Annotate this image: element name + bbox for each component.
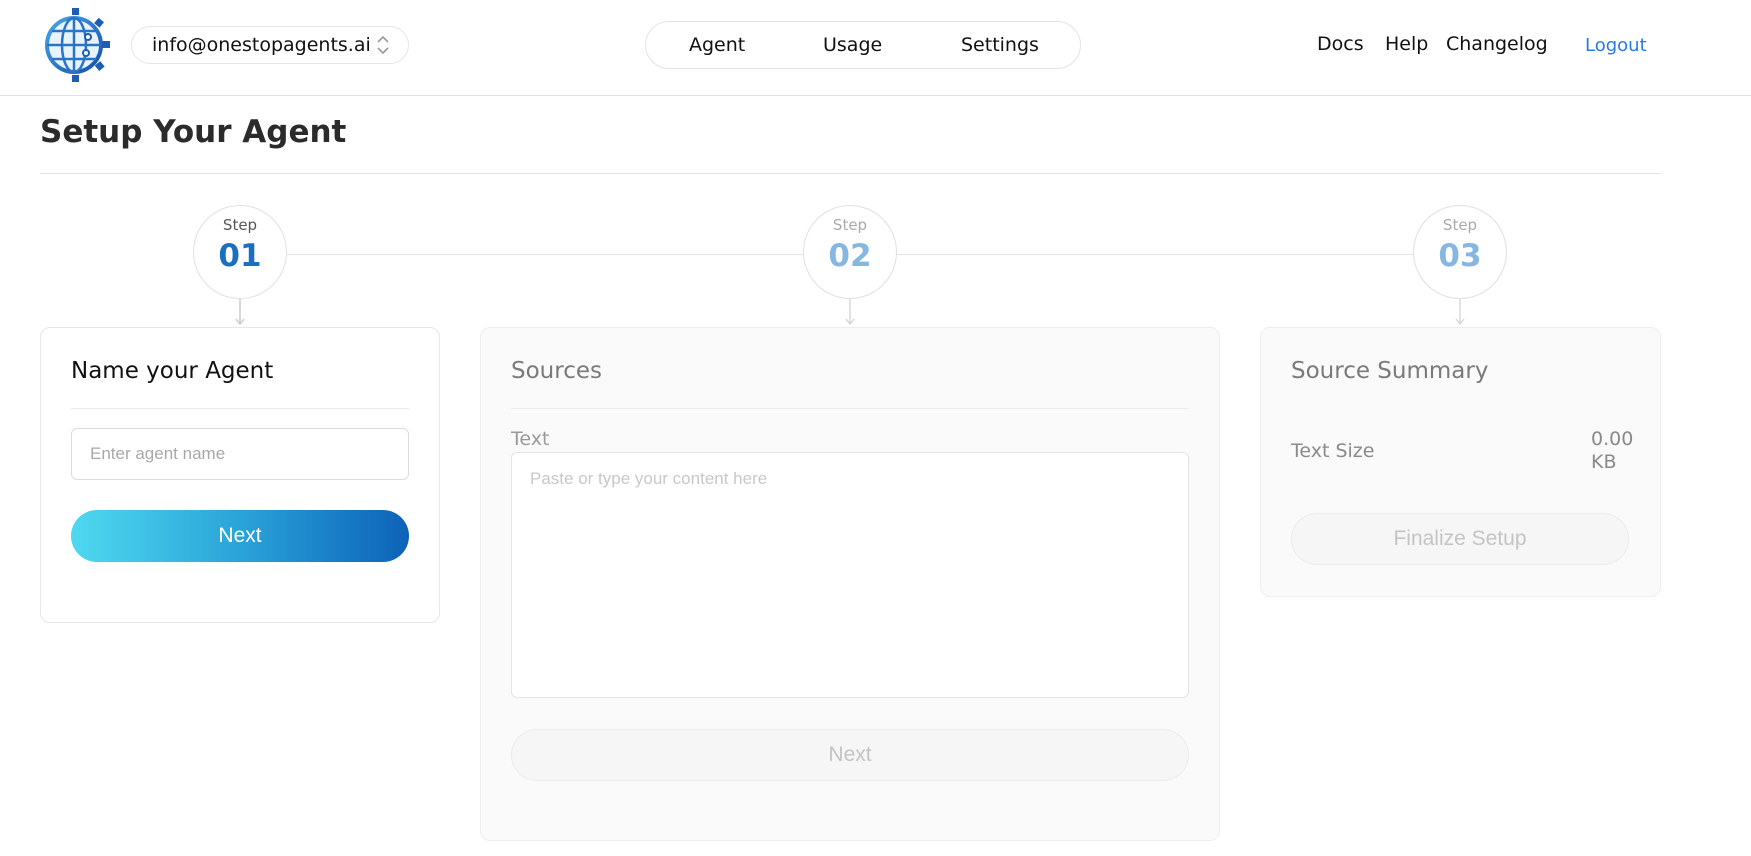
step-indicator-1: Step 01 [193, 205, 287, 299]
source-text-area[interactable] [511, 452, 1189, 698]
text-size-value: 0.00 KB [1591, 428, 1634, 473]
next-button[interactable]: Next [71, 510, 409, 562]
page-title: Setup Your Agent [40, 114, 347, 150]
sources-next-button[interactable]: Next [511, 729, 1189, 781]
chevron-up-down-icon [377, 35, 389, 55]
nav-settings[interactable]: Settings [961, 34, 1039, 56]
main-nav: Agent Usage Settings [645, 21, 1081, 69]
step-number: 01 [218, 238, 262, 274]
text-label: Text [511, 428, 550, 450]
step-connector-1-2 [287, 254, 804, 255]
card-divider [511, 408, 1189, 409]
title-divider [40, 173, 1661, 174]
globe-gear-logo[interactable] [38, 7, 112, 83]
docs-link[interactable]: Docs [1317, 33, 1364, 55]
card-title: Sources [511, 358, 602, 384]
card-divider [71, 408, 409, 409]
logout-link[interactable]: Logout [1585, 35, 1647, 56]
step-connector-2-3 [897, 254, 1414, 255]
source-summary-card: Source Summary Text Size 0.00 KB Finaliz… [1260, 327, 1661, 597]
card-title: Name your Agent [71, 358, 274, 384]
arrow-down-icon [845, 299, 855, 326]
step-number: 03 [1438, 238, 1482, 274]
arrow-down-icon [235, 299, 245, 326]
step-label: Step [832, 216, 868, 234]
step-number: 02 [828, 238, 872, 274]
nav-agent[interactable]: Agent [689, 34, 745, 56]
step-indicator-3: Step 03 [1413, 205, 1507, 299]
text-size-label: Text Size [1291, 440, 1375, 462]
step-label: Step [1442, 216, 1478, 234]
agent-name-input[interactable] [71, 428, 409, 480]
nav-usage[interactable]: Usage [823, 34, 882, 56]
step-indicator-2: Step 02 [803, 205, 897, 299]
top-bar: info@onestopagents.ai Agent Usage Settin… [0, 0, 1751, 96]
changelog-link[interactable]: Changelog [1446, 33, 1548, 55]
help-link[interactable]: Help [1385, 33, 1428, 55]
sources-card: Sources Text Next [480, 327, 1220, 841]
name-agent-card: Name your Agent Next [40, 327, 440, 623]
step-label: Step [222, 216, 258, 234]
finalize-setup-button[interactable]: Finalize Setup [1291, 513, 1629, 565]
account-switcher[interactable]: info@onestopagents.ai [131, 26, 409, 64]
account-email: info@onestopagents.ai [152, 34, 371, 56]
card-title: Source Summary [1291, 358, 1489, 384]
arrow-down-icon [1455, 299, 1465, 326]
